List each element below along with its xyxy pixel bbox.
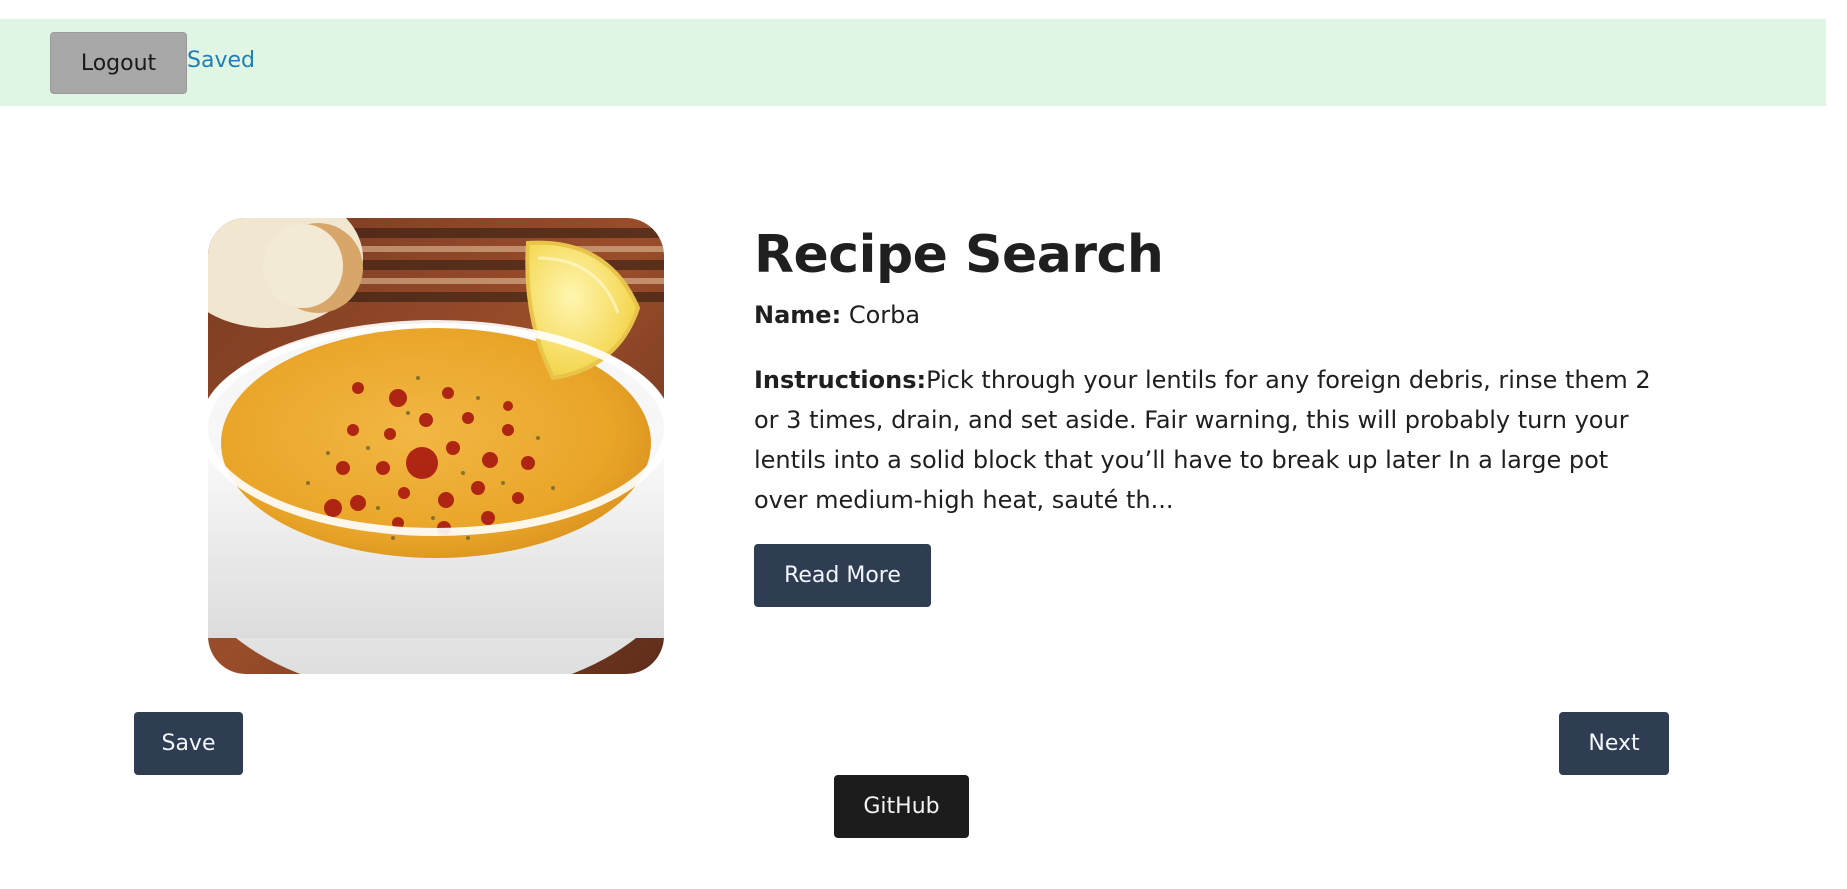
recipe-name: Name: Corba — [754, 298, 1654, 332]
name-label: Name: — [754, 301, 842, 329]
saved-link[interactable]: Saved — [187, 48, 255, 73]
name-value: Corba — [848, 301, 921, 329]
recipe-details: Recipe Search Name: Corba Instructions:P… — [754, 220, 1654, 607]
next-button[interactable]: Next — [1559, 712, 1669, 775]
save-button[interactable]: Save — [134, 712, 243, 775]
top-nav-bar: Logout Saved — [0, 19, 1826, 106]
github-button[interactable]: GitHub — [834, 775, 969, 838]
logout-button[interactable]: Logout — [50, 32, 187, 94]
instructions-label: Instructions: — [754, 366, 927, 394]
soup-photo — [208, 218, 664, 674]
page-title: Recipe Search — [754, 225, 1164, 285]
recipe-instructions: Instructions:Pick through your lentils f… — [754, 360, 1654, 520]
read-more-button[interactable]: Read More — [754, 544, 931, 607]
recipe-image — [208, 218, 664, 674]
